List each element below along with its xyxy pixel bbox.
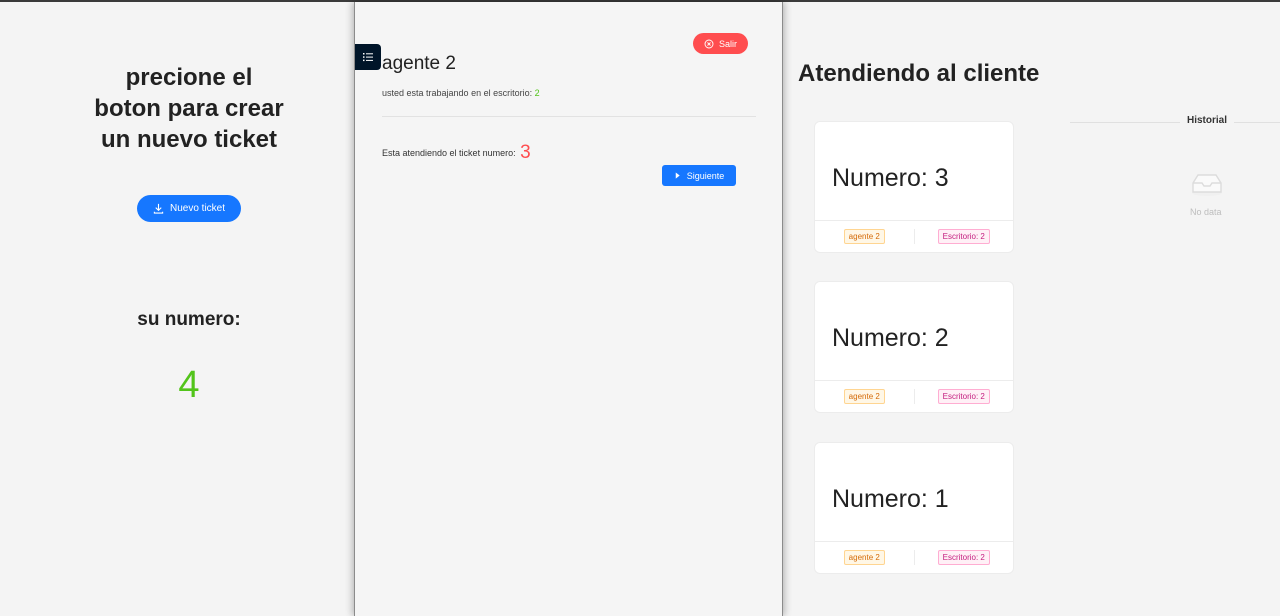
new-ticket-label: Nuevo ticket: [169, 203, 226, 214]
next-ticket-label: Siguiente: [686, 170, 725, 181]
desk-tag: Escritorio: 2: [937, 550, 990, 565]
current-ticket-text: Esta atendiendo el ticket numero:: [382, 148, 516, 158]
next-ticket-button[interactable]: Siguiente: [662, 165, 736, 186]
ticket-card-number: Numero: 2: [832, 324, 949, 352]
your-number-label: su numero:: [137, 309, 241, 330]
current-ticket-number: 3: [520, 142, 531, 163]
logout-label: Salir: [718, 38, 737, 49]
agent-tag: agente 2: [843, 550, 885, 565]
ticket-card: Numero: 2 agente 2 Escritorio: 2: [814, 281, 1014, 413]
history-divider-right: [1234, 122, 1280, 123]
attending-heading: Atendiendo al cliente: [798, 60, 1040, 87]
download-icon: [153, 203, 164, 214]
sider-toggle-button[interactable]: [355, 44, 381, 70]
new-ticket-button[interactable]: Nuevo ticket: [137, 195, 241, 222]
logout-button[interactable]: Salir: [693, 33, 748, 54]
ticket-card-footer: agente 2 Escritorio: 2: [815, 220, 1013, 252]
ticket-card-footer: agente 2 Escritorio: 2: [815, 541, 1013, 573]
desk-tag: Escritorio: 2: [937, 229, 990, 244]
your-number-value: 4: [178, 364, 200, 406]
desk-tag: Escritorio: 2: [937, 389, 990, 404]
ticket-card-number: Numero: 3: [832, 164, 949, 192]
close-circle-icon: [704, 39, 714, 48]
ticket-card: Numero: 1 agente 2 Escritorio: 2: [814, 442, 1014, 574]
divider: [382, 116, 756, 117]
agent-tag: agente 2: [843, 229, 885, 244]
current-ticket-info: Esta atendiendo el ticket numero: 3: [382, 142, 531, 164]
empty-text: No data: [1190, 207, 1222, 217]
empty-inbox-icon: [1192, 174, 1222, 196]
agent-tag: agente 2: [843, 389, 885, 404]
ticket-card-number: Numero: 1: [832, 485, 949, 513]
agent-name: agente 2: [382, 53, 456, 74]
ticket-card-footer: agente 2 Escritorio: 2: [815, 380, 1013, 412]
instruction-heading: precione el boton para crear un nuevo ti…: [94, 64, 284, 153]
menu-list-icon: [363, 53, 373, 62]
caret-right-icon: [675, 172, 680, 179]
new-ticket-panel: precione el boton para crear un nuevo ti…: [0, 2, 354, 616]
desk-info-text: usted esta trabajando en el escritorio:: [382, 88, 533, 98]
agent-desk-panel: Salir agente 2 usted esta trabajando en …: [354, 2, 783, 616]
desk-info: usted esta trabajando en el escritorio: …: [382, 88, 540, 98]
history-heading: Historial: [1187, 115, 1228, 126]
desk-number: 2: [534, 88, 540, 98]
history-divider-left: [1070, 122, 1180, 123]
ticket-card: Numero: 3 agente 2 Escritorio: 2: [814, 121, 1014, 253]
